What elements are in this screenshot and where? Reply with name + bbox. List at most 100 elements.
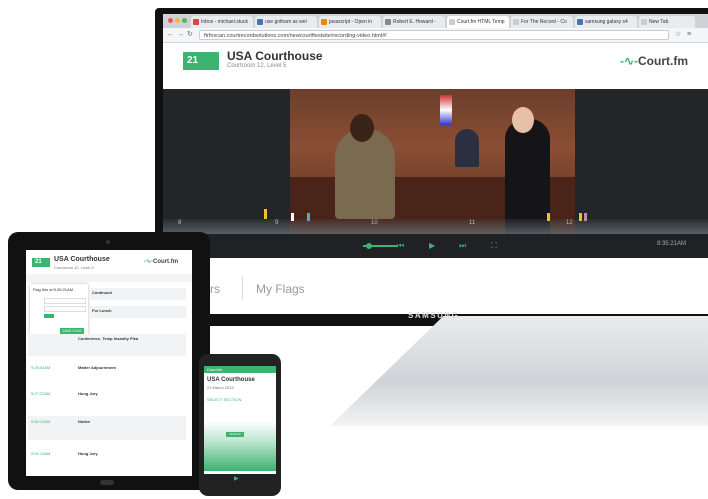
browser-tab-bar: Inbox - michael.stuck use gotham as wel … <box>163 14 708 28</box>
flag-marker[interactable] <box>579 213 582 221</box>
monitor-stand <box>330 316 708 426</box>
event-row[interactable]: 9:51:13AM Hung Jury <box>28 448 186 464</box>
tab-favicon <box>641 19 647 25</box>
fast-forward-icon[interactable]: ⏭ <box>459 240 466 252</box>
tab-favicon <box>449 19 455 25</box>
flag-popup: Flag this at 8:35:21AM SAVE FLAG <box>30 284 88 338</box>
browser-tab[interactable]: Inbox - michael.stuck <box>191 16 253 28</box>
browser-tab[interactable]: use gotham as wel <box>255 16 317 28</box>
phone-title: USA Courthouse <box>207 377 255 383</box>
attorney-figure <box>505 119 550 234</box>
menu-icon[interactable]: ≡ <box>687 30 691 40</box>
event-card[interactable]: Continued <box>90 288 186 300</box>
court-badge: 21 <box>183 52 219 70</box>
browser-tab[interactable]: New Tab <box>639 16 695 28</box>
event-row[interactable]: 9:25:03AM Matter Adjournment <box>28 362 186 382</box>
brand-name: Court.fm <box>638 54 688 68</box>
app-header: 21 USA Courthouse Courtroom 12, Level 5 … <box>163 43 708 89</box>
judge-figure <box>455 129 479 167</box>
tab-label: use gotham as wel <box>265 19 307 25</box>
tab-favicon <box>513 19 519 25</box>
phone-screen: Court.fm USA Courthouse 21 March 2015 SE… <box>204 366 276 484</box>
tab-label: Court.fm HTML Temp <box>457 19 505 25</box>
event-card[interactable]: For Lunch <box>90 306 186 318</box>
flag-marker[interactable] <box>264 209 267 219</box>
tab-divider <box>242 276 243 300</box>
maximize-window-icon[interactable] <box>182 18 187 23</box>
timeline-mark: 9 <box>275 220 279 226</box>
tab-favicon <box>257 19 263 25</box>
tab-label: Robert E. Howard - <box>393 19 436 25</box>
tablet-title: USA Courthouse <box>54 256 110 263</box>
video-player[interactable]: 8 9 10 11 12 <box>163 89 708 234</box>
event-time: 9:25:03AM <box>31 365 51 370</box>
browser-tab[interactable]: javascript - Open in <box>319 16 381 28</box>
event-title: Continued <box>92 290 112 295</box>
waveform-timeline[interactable] <box>163 219 708 234</box>
popup-title: Flag this at 8:35:21AM <box>33 287 74 292</box>
address-input[interactable]: ftrfoxcan.courtrecordsolutions.com/newco… <box>199 30 669 40</box>
event-title: Notice <box>78 419 91 424</box>
event-title: Matter Adjournment <box>78 365 116 370</box>
minimize-window-icon[interactable] <box>175 18 180 23</box>
popup-time-input[interactable] <box>44 298 86 304</box>
event-card[interactable]: Conference, Temp Insanity Plea <box>28 334 186 356</box>
tab-label: Inbox - michael.stuck <box>201 19 248 25</box>
browser-url-bar: ← → ↻ ftrfoxcan.courtrecordsolutions.com… <box>163 28 708 43</box>
volume-handle[interactable] <box>366 243 372 249</box>
tablet-home-button[interactable] <box>100 480 114 485</box>
tablet-brand: -∿-Court.fm <box>144 258 178 265</box>
popup-label-input[interactable] <box>44 306 86 312</box>
browser-tab[interactable]: For The Record - Co <box>511 16 573 28</box>
browser-tab-active[interactable]: Court.fm HTML Temp <box>447 16 509 28</box>
attorney-head <box>512 107 534 133</box>
back-icon[interactable]: ← <box>167 30 174 40</box>
event-title: Hung Jury <box>78 391 98 396</box>
play-icon[interactable]: ▶ <box>429 240 435 252</box>
rewind-icon[interactable]: ⏮ <box>397 240 404 252</box>
reload-icon[interactable]: ↻ <box>187 30 193 40</box>
brand-logo[interactable]: -∿-Court.fm <box>620 54 688 68</box>
phone-time-marker: 10:32:21 <box>226 432 244 437</box>
phone-select-link[interactable]: SELECT SECTION <box>207 397 241 402</box>
phone-controls: ▶ <box>204 474 276 484</box>
event-row[interactable]: 9:27:22AM Hung Jury <box>28 388 186 404</box>
popup-status-select[interactable] <box>44 314 54 318</box>
tablet-screen: 21 USA Courthouse Courtroom 12, Level 5 … <box>26 250 192 476</box>
tablet-brand-name: Court.fm <box>153 259 179 265</box>
tab-label: New Tab <box>649 19 669 25</box>
timeline-mark: 10 <box>371 220 378 226</box>
courtroom-video-frame <box>290 89 575 234</box>
flag-marker[interactable] <box>584 213 587 221</box>
browser-tab[interactable]: samsung galaxy s4 <box>575 16 637 28</box>
page-title: USA Courthouse <box>227 49 323 63</box>
forward-icon[interactable]: → <box>177 30 184 40</box>
event-title: Hung Jury <box>78 451 98 456</box>
fullscreen-icon[interactable]: ⛶ <box>491 240 497 252</box>
phone-header[interactable]: Court.fm <box>207 367 222 372</box>
star-icon[interactable]: ☆ <box>675 30 681 40</box>
event-title: Conference, Temp Insanity Plea <box>78 336 139 341</box>
current-time: 8:35:21AM <box>656 241 686 247</box>
monitor-screen: Inbox - michael.stuck use gotham as wel … <box>163 14 708 314</box>
timeline-mark: 11 <box>469 220 476 226</box>
flag-marker[interactable] <box>547 213 550 221</box>
event-time: 9:51:13AM <box>31 451 51 456</box>
event-time: 9:27:22AM <box>31 391 51 396</box>
tablet-toolbar <box>26 274 192 282</box>
timeline-mark: 8 <box>178 220 182 226</box>
tab-my-flags[interactable]: My Flags <box>256 282 305 296</box>
tablet-badge-number: 21 <box>35 259 42 265</box>
browser-tab[interactable]: Robert E. Howard - <box>383 16 445 28</box>
close-window-icon[interactable] <box>168 18 173 23</box>
event-card[interactable]: 9:50:12AM Notice <box>28 416 186 440</box>
flag-marker[interactable] <box>307 213 310 221</box>
tablet-subtitle: Courtroom 12, Level 5 <box>54 265 94 270</box>
tab-favicon <box>385 19 391 25</box>
phone-waveform[interactable] <box>204 421 276 471</box>
tablet-camera <box>106 240 110 244</box>
flag-marker[interactable] <box>291 213 294 221</box>
phone-play-icon[interactable]: ▶ <box>234 475 239 482</box>
badge-number: 21 <box>187 55 199 66</box>
bailiff-figure <box>335 129 395 219</box>
